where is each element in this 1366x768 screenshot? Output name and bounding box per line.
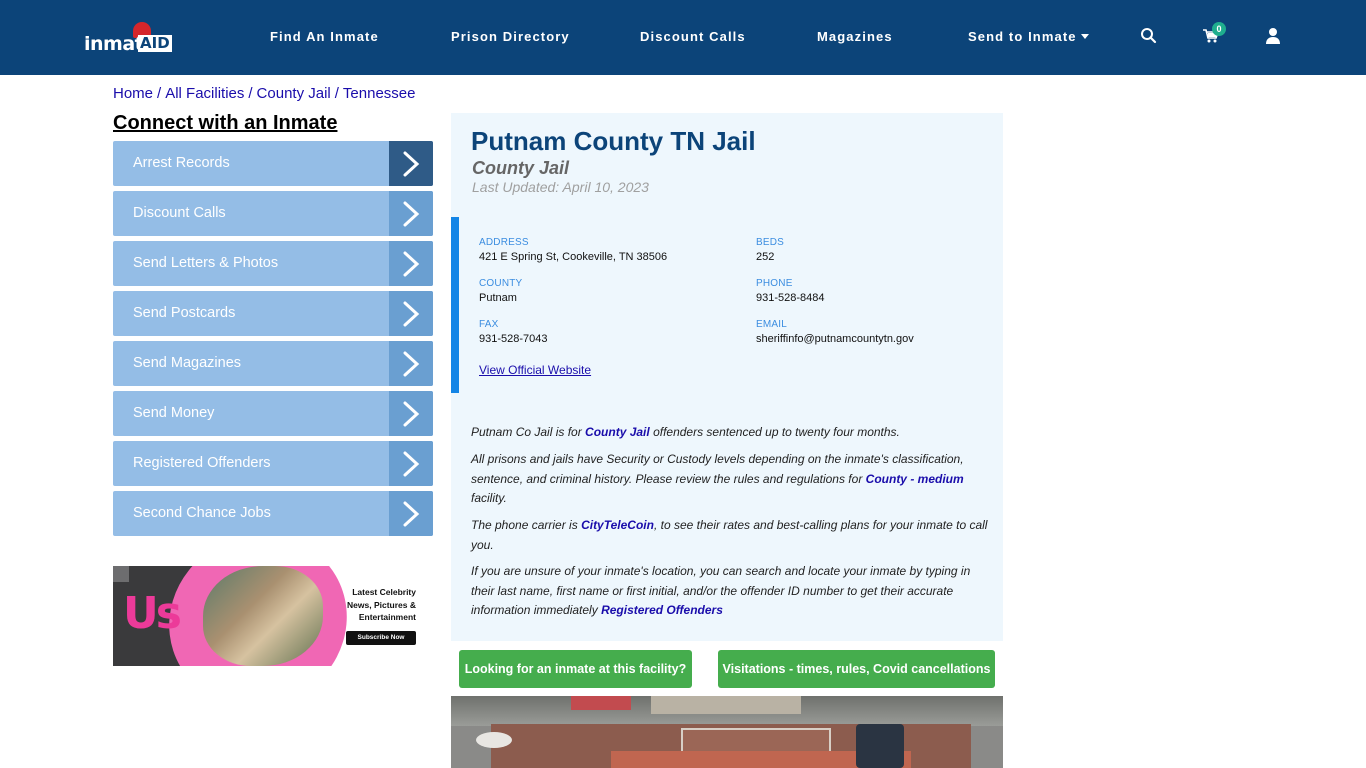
chevron-right-icon [389,191,433,236]
menu-item-discount-calls[interactable]: Discount Calls [113,191,433,236]
cart-count-badge: 0 [1212,22,1226,36]
address-value: 421 E Spring St, Cookeville, TN 38506 [479,251,668,263]
ad-corner-mark [113,566,129,582]
breadcrumb-separator: / [334,85,339,102]
menu-item-label: Arrest Records [133,155,230,171]
breadcrumb-home[interactable]: Home [113,85,153,102]
search-icon[interactable] [1140,27,1158,45]
nav-magazines[interactable]: Magazines [817,29,893,44]
photo-red-building [571,696,631,710]
menu-item-send-letters-photos[interactable]: Send Letters & Photos [113,241,433,286]
connect-menu: Arrest Records Discount Calls Send Lette… [113,141,433,541]
menu-item-label: Second Chance Jobs [133,505,271,521]
menu-item-label: Send Postcards [133,305,236,321]
ad-brand-logo: Us [123,588,182,639]
nav-discount-calls[interactable]: Discount Calls [640,29,746,44]
county-medium-link[interactable]: County - medium [866,472,964,486]
breadcrumb-all-facilities[interactable]: All Facilities [165,85,244,102]
visitations-button[interactable]: Visitations - times, rules, Covid cancel… [718,650,995,688]
chevron-right-icon [389,291,433,336]
fax-value: 931-528-7043 [479,333,548,345]
photo-storefronts [651,696,801,714]
chevron-right-icon [389,341,433,386]
chevron-right-icon [389,441,433,486]
desc-text: The phone carrier is [471,518,582,532]
menu-item-label: Send Magazines [133,355,242,371]
breadcrumb-tennessee[interactable]: Tennessee [343,85,416,102]
user-account-icon[interactable] [1264,27,1282,45]
logo-aid: AID [138,34,172,52]
description-paragraph-3: The phone carrier is CityTeleCoin, to se… [471,516,991,555]
menu-item-second-chance-jobs[interactable]: Second Chance Jobs [113,491,433,536]
beds-value: 252 [756,251,775,263]
email-value[interactable]: sheriffinfo@putnamcountytn.gov [756,333,914,345]
description-paragraph-2: All prisons and jails have Security or C… [471,450,991,509]
menu-item-arrest-records[interactable]: Arrest Records [113,141,433,186]
find-inmate-at-facility-button[interactable]: Looking for an inmate at this facility? [459,650,692,688]
chevron-right-icon [389,141,433,186]
menu-item-send-money[interactable]: Send Money [113,391,433,436]
top-navbar: inmate AID Find An Inmate Prison Directo… [0,0,1366,75]
breadcrumb-separator: / [157,85,162,102]
ad-celebrity-photo [203,566,323,666]
chevron-right-icon [389,241,433,286]
phone-value[interactable]: 931-528-8484 [756,292,825,304]
facility-aerial-photo [451,696,1003,768]
desc-text: facility. [471,491,507,505]
facility-info-block: ADDRESS 421 E Spring St, Cookeville, TN … [451,217,1003,393]
photo-dark-roof [856,724,904,768]
desc-text: Putnam Co Jail is for [471,425,586,439]
breadcrumb-county-jail[interactable]: County Jail [257,85,331,102]
address-label: ADDRESS [479,237,529,248]
fax-field: FAX 931-528-7043 [479,319,548,345]
nav-find-an-inmate[interactable]: Find An Inmate [270,29,379,44]
email-field: EMAIL sheriffinfo@putnamcountytn.gov [756,319,914,345]
citytelecoin-link[interactable]: CityTeleCoin [581,518,654,532]
menu-item-label: Send Letters & Photos [133,255,279,271]
county-value: Putnam [479,292,517,304]
county-jail-link[interactable]: County Jail [585,425,650,439]
breadcrumb-separator: / [248,85,253,102]
nav-prison-directory[interactable]: Prison Directory [451,29,570,44]
email-label: EMAIL [756,319,788,330]
breadcrumb: Home / All Facilities / County Jail / Tennesse… [113,85,415,102]
county-label: COUNTY [479,278,523,289]
facility-type: County Jail [472,158,570,178]
facility-card: Putnam County TN Jail County Jail Last U… [451,113,1003,641]
menu-item-send-postcards[interactable]: Send Postcards [113,291,433,336]
menu-item-label: Discount Calls [133,205,226,221]
nav-send-to-inmate[interactable]: Send to Inmate [968,29,1089,44]
ad-headline: Latest Celebrity News, Pictures & Entert… [347,587,416,622]
menu-item-label: Send Money [133,405,215,421]
us-weekly-ad-banner[interactable]: Us Latest Celebrity News, Pictures & Ent… [113,566,420,666]
menu-item-send-magazines[interactable]: Send Magazines [113,341,433,386]
menu-item-label: Registered Offenders [133,455,271,471]
accent-bar [451,217,459,393]
caret-down-icon [1080,34,1089,39]
photo-white-structure [476,732,512,748]
desc-text: offenders sentenced up to twenty four mo… [649,425,900,439]
beds-label: BEDS [756,237,785,248]
phone-field: PHONE 931-528-8484 [756,278,825,304]
phone-label: PHONE [756,278,793,289]
chevron-right-icon [389,491,433,536]
chevron-right-icon [389,391,433,436]
county-field: COUNTY Putnam [479,278,522,304]
description-paragraph-4: If you are unsure of your inmate's locat… [471,562,991,621]
description-paragraph-1: Putnam Co Jail is for County Jail offend… [471,423,991,443]
facility-name: Putnam County TN Jail [471,126,756,156]
nav-send-to-inmate-label: Send to Inmate [968,29,1077,44]
inmateaid-logo[interactable]: inmate AID [84,22,180,56]
menu-item-registered-offenders[interactable]: Registered Offenders [113,441,433,486]
last-updated: Last Updated: April 10, 2023 [472,179,649,195]
fax-label: FAX [479,319,499,330]
address-field: ADDRESS 421 E Spring St, Cookeville, TN … [479,237,667,263]
ad-subscribe-button[interactable]: Subscribe Now [346,631,416,645]
sidebar-title: Connect with an Inmate [113,112,338,134]
beds-field: BEDS 252 [756,237,784,263]
registered-offenders-link[interactable]: Registered Offenders [601,603,723,617]
view-official-website-link[interactable]: View Official Website [479,363,591,377]
